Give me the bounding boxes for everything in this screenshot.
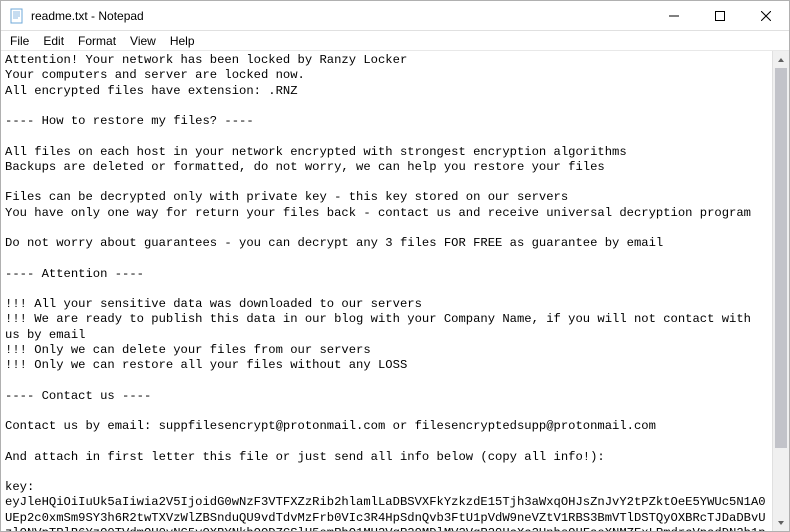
maximize-button[interactable] — [697, 1, 743, 30]
menu-edit[interactable]: Edit — [36, 33, 71, 49]
scrollbar-track[interactable] — [773, 68, 789, 514]
notepad-icon — [9, 8, 25, 24]
notepad-window: readme.txt - Notepad File Edit Format Vi… — [0, 0, 790, 532]
scroll-down-arrow-icon[interactable] — [773, 514, 789, 531]
menu-help[interactable]: Help — [163, 33, 202, 49]
menu-file[interactable]: File — [3, 33, 36, 49]
vertical-scrollbar[interactable] — [772, 51, 789, 531]
menubar: File Edit Format View Help — [1, 31, 789, 51]
scrollbar-thumb[interactable] — [775, 68, 787, 448]
window-title: readme.txt - Notepad — [31, 9, 651, 23]
minimize-button[interactable] — [651, 1, 697, 30]
menu-format[interactable]: Format — [71, 33, 123, 49]
window-controls — [651, 1, 789, 30]
close-button[interactable] — [743, 1, 789, 30]
text-area[interactable]: Attention! Your network has been locked … — [1, 51, 772, 531]
titlebar[interactable]: readme.txt - Notepad — [1, 1, 789, 31]
scroll-up-arrow-icon[interactable] — [773, 51, 789, 68]
menu-view[interactable]: View — [123, 33, 163, 49]
